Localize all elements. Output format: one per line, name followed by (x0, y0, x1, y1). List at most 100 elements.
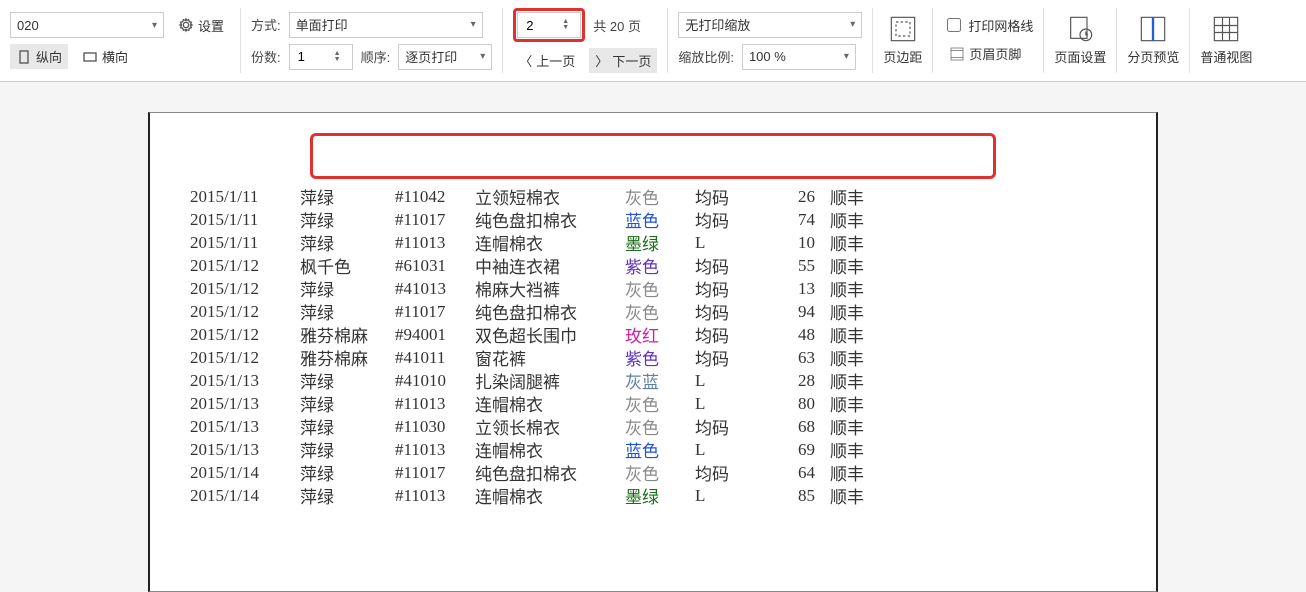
scale-ratio-label: 缩放比例: (678, 47, 734, 66)
chevron-down-icon: ▾ (844, 51, 849, 62)
cell-color: 墨绿 (625, 230, 695, 255)
grid-checkbox[interactable]: 打印网格线 (943, 15, 1033, 35)
chevron-down-icon: ▾ (850, 19, 855, 30)
cell-ship: 顺丰 (830, 184, 890, 209)
cell-color: 蓝色 (625, 437, 695, 462)
cell-date: 2015/1/14 (190, 486, 300, 506)
cell-ship: 顺丰 (830, 322, 890, 347)
grid-icon (1212, 15, 1240, 43)
table-row: 2015/1/14萍绿#11017纯色盘扣棉衣灰色均码64顺丰 (190, 461, 1146, 484)
chevron-down-icon: ▾ (471, 19, 476, 30)
chevron-down-icon: ▾ (152, 20, 157, 31)
header-footer-button[interactable]: 页眉页脚 (943, 41, 1033, 66)
cell-date: 2015/1/11 (190, 233, 300, 253)
cell-ship: 顺丰 (830, 230, 890, 255)
cell-code: #11030 (395, 417, 475, 437)
cell-color: 玫红 (625, 322, 695, 347)
cell-product: 连帽棉衣 (475, 230, 625, 255)
cell-date: 2015/1/13 (190, 440, 300, 460)
cell-brand: 萍绿 (300, 391, 395, 416)
pagebreak-preview-button[interactable]: 分页预览 (1117, 8, 1190, 73)
settings-button[interactable]: 设置 (172, 13, 230, 38)
cell-date: 2015/1/12 (190, 256, 300, 276)
table-row: 2015/1/12萍绿#41013棉麻大裆裤灰色均码13顺丰 (190, 277, 1146, 300)
cell-code: #11013 (395, 233, 475, 253)
cell-product: 窗花裤 (475, 345, 625, 370)
next-page-button[interactable]: 〉 下一页 (589, 48, 657, 73)
gear-icon (178, 17, 194, 33)
copies-label: 份数: (251, 47, 281, 66)
scale-ratio-select[interactable]: 100 %▾ (742, 44, 856, 70)
copies-input[interactable]: ▲▼ (289, 44, 353, 70)
table-row: 2015/1/11萍绿#11042立领短棉衣灰色均码26顺丰 (190, 185, 1146, 208)
cell-size: L (695, 440, 770, 460)
cell-product: 立领短棉衣 (475, 184, 625, 209)
mode-label: 方式: (251, 15, 281, 34)
landscape-button[interactable]: 横向 (76, 44, 134, 69)
cell-ship: 顺丰 (830, 460, 890, 485)
page-setup-button[interactable]: 页面设置 (1044, 8, 1117, 73)
scale-mode-select[interactable]: 无打印缩放▾ (678, 12, 862, 38)
portrait-icon (16, 49, 32, 65)
cell-product: 扎染阔腿裤 (475, 368, 625, 393)
cell-ship: 顺丰 (830, 299, 890, 324)
cell-brand: 萍绿 (300, 368, 395, 393)
cell-qty: 74 (770, 210, 830, 230)
cell-color: 灰蓝 (625, 368, 695, 393)
cell-ship: 顺丰 (830, 368, 890, 393)
table-row: 2015/1/14萍绿#11013连帽棉衣墨绿L85顺丰 (190, 484, 1146, 507)
cell-brand: 萍绿 (300, 437, 395, 462)
cell-qty: 64 (770, 463, 830, 483)
chevron-down-icon: ▾ (480, 51, 485, 62)
cell-date: 2015/1/11 (190, 187, 300, 207)
cell-qty: 13 (770, 279, 830, 299)
cell-qty: 26 (770, 187, 830, 207)
cell-product: 双色超长围巾 (475, 322, 625, 347)
margins-icon (889, 15, 917, 43)
cell-color: 灰色 (625, 391, 695, 416)
cell-color: 灰色 (625, 460, 695, 485)
cell-product: 纯色盘扣棉衣 (475, 460, 625, 485)
chevron-right-icon: 〉 (595, 51, 608, 70)
cell-size: 均码 (695, 414, 770, 439)
table-row: 2015/1/13萍绿#41010扎染阔腿裤灰蓝L28顺丰 (190, 369, 1146, 392)
cell-brand: 萍绿 (300, 184, 395, 209)
landscape-icon (82, 49, 98, 65)
chevron-left-icon: 〈 (519, 51, 532, 70)
table-row: 2015/1/12枫千色#61031中袖连衣裙紫色均码55顺丰 (190, 254, 1146, 277)
toolbar: 020▾ 设置 纵向 横向 方式: 单面打印▾ 份数: (0, 0, 1306, 82)
printer-select[interactable]: 020▾ (10, 12, 164, 38)
cell-qty: 28 (770, 371, 830, 391)
cell-color: 灰色 (625, 414, 695, 439)
cell-code: #11017 (395, 302, 475, 322)
mode-select[interactable]: 单面打印▾ (289, 12, 483, 38)
cell-ship: 顺丰 (830, 207, 890, 232)
cell-brand: 萍绿 (300, 414, 395, 439)
cell-brand: 萍绿 (300, 460, 395, 485)
normal-view-button[interactable]: 普通视图 (1190, 8, 1262, 73)
cell-brand: 雅芬棉麻 (300, 322, 395, 347)
margins-button[interactable]: 页边距 (873, 8, 933, 73)
prev-page-button[interactable]: 〈 上一页 (513, 48, 581, 73)
portrait-button[interactable]: 纵向 (10, 44, 68, 69)
cell-product: 棉麻大裆裤 (475, 276, 625, 301)
data-table: 2015/1/11萍绿#11042立领短棉衣灰色均码26顺丰2015/1/11萍… (190, 185, 1146, 507)
table-row: 2015/1/12萍绿#11017纯色盘扣棉衣灰色均码94顺丰 (190, 300, 1146, 323)
cell-qty: 48 (770, 325, 830, 345)
cell-ship: 顺丰 (830, 437, 890, 462)
cell-code: #11017 (395, 463, 475, 483)
cell-ship: 顺丰 (830, 414, 890, 439)
cell-product: 连帽棉衣 (475, 483, 625, 508)
cell-brand: 萍绿 (300, 483, 395, 508)
cell-size: L (695, 486, 770, 506)
cell-qty: 85 (770, 486, 830, 506)
cell-qty: 10 (770, 233, 830, 253)
cell-size: 均码 (695, 276, 770, 301)
cell-brand: 萍绿 (300, 230, 395, 255)
pagebreak-icon (1139, 15, 1167, 43)
cell-size: L (695, 371, 770, 391)
current-page-input[interactable]: ▲▼ (517, 12, 581, 38)
order-select[interactable]: 逐页打印▾ (398, 44, 492, 70)
cell-size: 均码 (695, 322, 770, 347)
cell-date: 2015/1/12 (190, 302, 300, 322)
